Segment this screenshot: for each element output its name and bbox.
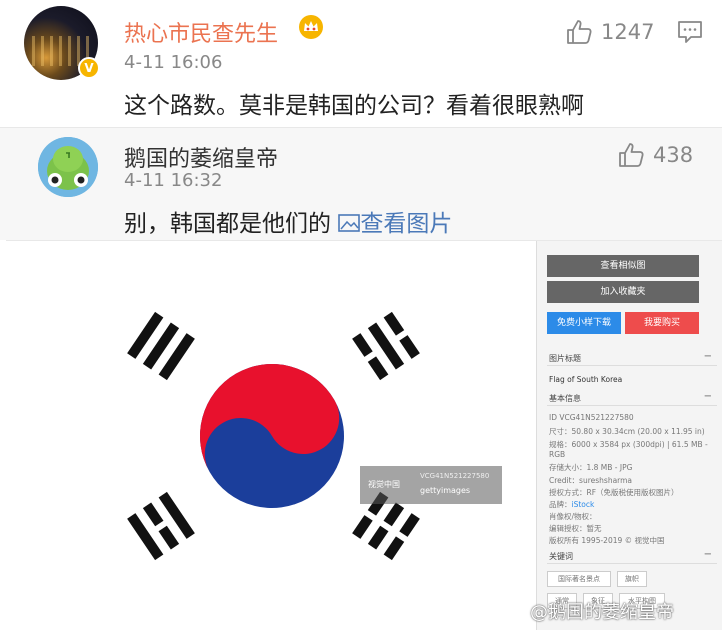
- like-button[interactable]: 1247: [565, 18, 654, 46]
- flag-image: 视觉中国 VCG41N521227580 gettyimages: [6, 241, 532, 630]
- image-pixels: 规格：6000 x 3584 px (300dpi) | 61.5 MB -: [549, 440, 708, 449]
- keyword-tag[interactable]: 国际著名景点: [547, 571, 611, 587]
- free-download-button[interactable]: 免费小样下载: [547, 312, 621, 334]
- thumbs-up-icon: [619, 143, 644, 167]
- like-count: 438: [653, 143, 694, 167]
- image-id: ID VCG41N521227580: [549, 413, 634, 422]
- collapse-icon[interactable]: −: [704, 351, 712, 362]
- weibo-watermark: @鹅国的萎缩皇帝: [530, 602, 674, 623]
- keywords-label: 关键词: [549, 552, 573, 561]
- watermark-vcg: 视觉中国: [368, 480, 400, 489]
- username[interactable]: 热心市民查先生: [124, 16, 278, 48]
- view-image-label: 查看图片: [360, 211, 453, 237]
- collapse-icon[interactable]: −: [704, 549, 712, 560]
- portrait-rights: 肖像权/物权：: [549, 512, 597, 521]
- stock-info-sidebar: 查看相似图 加入收藏夹 免费小样下载 我要购买 图片标题 − Flag of S…: [536, 241, 722, 630]
- view-image-link[interactable]: 查看图片: [338, 211, 452, 237]
- attached-image[interactable]: 视觉中国 VCG41N521227580 gettyimages 查看相似图 加…: [6, 240, 722, 630]
- south-korea-flag: [127, 311, 420, 561]
- thumbs-up-icon: [567, 20, 592, 44]
- comment-1: V 热心市民查先生 4-11 16:06 这个路数。莫非是韩国的公司？看着很眼熟…: [0, 0, 722, 127]
- watermark-brand: gettyimages: [420, 486, 471, 495]
- credit: Credit：sureshsharma: [549, 476, 633, 485]
- basic-info-label: 基本信息: [549, 394, 581, 403]
- timestamp: 4-11 16:06: [124, 52, 223, 73]
- frog-avatar-icon: [38, 137, 98, 197]
- comment-text-body: 别，韩国都是他们的: [124, 211, 331, 237]
- image-size: 尺寸：50.80 x 30.34cm (20.00 x 11.95 in): [549, 427, 705, 436]
- avatar[interactable]: [38, 137, 98, 197]
- view-similar-button[interactable]: 查看相似图: [547, 255, 699, 277]
- add-favorite-button[interactable]: 加入收藏夹: [547, 281, 699, 303]
- like-count: 1247: [601, 20, 655, 44]
- editorial-release: 编辑授权：暂无: [549, 524, 602, 533]
- brand: 品牌：iStock: [549, 499, 594, 510]
- title-section-label: 图片标题: [549, 354, 581, 363]
- like-button[interactable]: 438: [617, 141, 693, 169]
- timestamp: 4-11 16:32: [124, 170, 223, 191]
- watermark-code: VCG41N521227580: [420, 472, 490, 480]
- image-color-mode: RGB: [549, 450, 566, 459]
- divider: [547, 365, 717, 366]
- comment-text: 别，韩国都是他们的 查看图片: [124, 204, 452, 238]
- brand-label: 品牌：: [549, 500, 572, 509]
- collapse-icon[interactable]: −: [704, 391, 712, 402]
- file-size: 存储大小：1.8 MB - JPG: [549, 463, 633, 472]
- divider: [547, 405, 717, 406]
- comment-2: 鹅国的萎缩皇帝 4-11 16:32 别，韩国都是他们的 查看图片 438: [0, 127, 722, 240]
- crown-icon: [299, 15, 323, 39]
- divider: [547, 563, 717, 564]
- comment-reply-icon[interactable]: [677, 20, 703, 44]
- copyright: 版权所有 1995-2019 © 视觉中国: [549, 536, 665, 545]
- image-icon: [338, 214, 361, 232]
- buy-button[interactable]: 我要购买: [625, 312, 699, 334]
- image-title: Flag of South Korea: [549, 375, 623, 384]
- comment-text: 这个路数。莫非是韩国的公司？看着很眼熟啊: [124, 93, 584, 119]
- username[interactable]: 鹅国的萎缩皇帝: [124, 141, 278, 173]
- getty-watermark: 视觉中国 VCG41N521227580 gettyimages: [360, 466, 502, 504]
- keyword-tag[interactable]: 旗帜: [617, 571, 647, 587]
- brand-link[interactable]: iStock: [572, 500, 595, 509]
- license: 授权方式：RF（免版税使用版权图片）: [549, 488, 679, 497]
- verified-badge-icon: V: [78, 57, 100, 79]
